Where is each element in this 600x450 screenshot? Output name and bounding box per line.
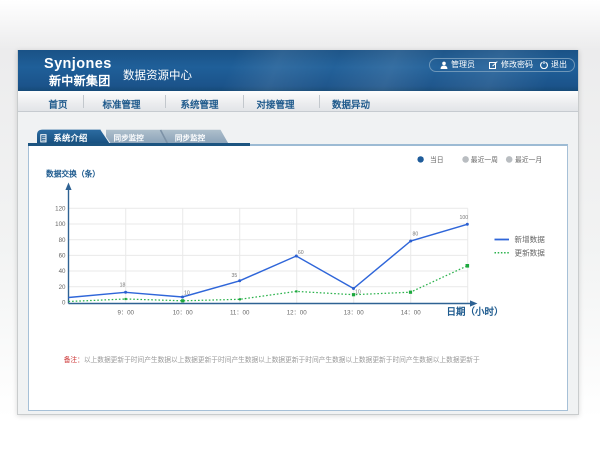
svg-text:60: 60 (298, 250, 304, 256)
svg-text:日期（小时）: 日期（小时） (447, 306, 504, 318)
svg-text:80: 80 (59, 237, 66, 244)
svg-text:12：00: 12：00 (287, 310, 308, 317)
svg-text:13：00: 13：00 (344, 310, 365, 317)
svg-text:同步监控: 同步监控 (175, 133, 206, 143)
svg-text:当日: 当日 (430, 155, 444, 164)
svg-text:最近一周: 最近一周 (471, 155, 498, 164)
svg-text:80: 80 (413, 232, 419, 238)
svg-text:备注：以上数据更新于时间产生数据以上数据更新于时间产生数据以: 备注：以上数据更新于时间产生数据以上数据更新于时间产生数据以上数据更新于时间产生… (64, 355, 480, 364)
svg-text:10: 10 (184, 291, 190, 297)
svg-text:35: 35 (232, 273, 238, 279)
svg-text:100: 100 (55, 221, 66, 228)
svg-text:10: 10 (355, 290, 361, 296)
svg-text:系统介绍: 系统介绍 (54, 133, 88, 143)
svg-text:14：00: 14：00 (401, 310, 422, 317)
svg-text:9：00: 9：00 (117, 310, 134, 317)
svg-text:更新数据: 更新数据 (515, 248, 546, 258)
svg-text:60: 60 (59, 253, 66, 260)
svg-text:10：00: 10：00 (173, 310, 194, 317)
svg-text:40: 40 (59, 268, 66, 275)
svg-text:最近一月: 最近一月 (515, 155, 542, 164)
svg-text:同步监控: 同步监控 (114, 133, 145, 143)
svg-text:120: 120 (55, 206, 66, 213)
svg-text:18: 18 (120, 283, 126, 289)
svg-text:100: 100 (460, 215, 469, 221)
svg-text:新增数据: 新增数据 (515, 234, 546, 244)
svg-text:20: 20 (59, 284, 66, 291)
svg-text:0: 0 (62, 300, 66, 307)
svg-text:数据交换（条）: 数据交换（条） (46, 169, 100, 179)
svg-text:11：00: 11：00 (230, 310, 250, 317)
